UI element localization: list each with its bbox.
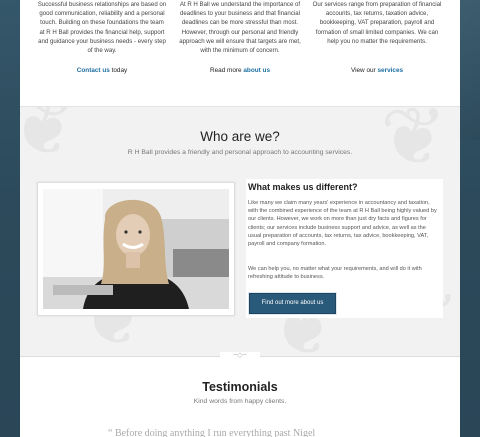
- testimonials-section: Testimonials Kind words from happy clien…: [20, 358, 460, 437]
- testimonial-quote: “ Before doing anything I run everything…: [108, 428, 316, 437]
- intro-column-services: Our services range from preparation of f…: [312, 0, 442, 74]
- about-cta: Read more about us: [175, 67, 305, 74]
- box-title: What makes us different?: [248, 182, 358, 192]
- find-out-more-button[interactable]: Find out more about us: [249, 293, 336, 314]
- contact-cta: Contact us today: [37, 67, 167, 74]
- section-subheading: R H Ball provides a friendly and persona…: [127, 149, 353, 156]
- cta-prefix: Read more: [209, 67, 244, 74]
- main-content: Successful business relationships are ba…: [20, 0, 460, 437]
- section-subheading: Kind words from happy clients.: [193, 398, 287, 405]
- who-are-we-section: ❦ ❧ ❦ ❧ ❦ ❦ Who are we? R H Ball provide…: [20, 107, 460, 357]
- cta-prefix: View our: [350, 67, 378, 74]
- column-text: Our services range from preparation of f…: [312, 1, 442, 45]
- box-paragraph: We can help you, no matter what your req…: [248, 266, 422, 281]
- contact-us-link[interactable]: Contact us: [77, 67, 110, 74]
- intro-columns: Successful business relationships are ba…: [20, 0, 460, 106]
- intro-column-relationships: Successful business relationships are ba…: [37, 0, 167, 74]
- column-text: At R H Ball we understand the importance…: [179, 1, 301, 55]
- about-us-link[interactable]: about us: [243, 67, 270, 74]
- section-heading: Who are we?: [200, 129, 280, 144]
- team-photo-frame: [37, 182, 235, 316]
- intro-column-deadlines: At R H Ball we understand the importance…: [175, 0, 305, 74]
- services-link[interactable]: services: [377, 67, 403, 74]
- cta-rest: today: [109, 67, 128, 74]
- section-heading: Testimonials: [202, 380, 278, 394]
- what-makes-us-different-box: What makes us different? Like many we cl…: [246, 179, 443, 318]
- box-paragraph: Like many we claim many years' experienc…: [248, 200, 437, 248]
- team-photo: [43, 189, 229, 309]
- woman-photo-illustration: [43, 189, 229, 309]
- services-cta: View our services: [312, 67, 442, 74]
- column-text: Successful business relationships are ba…: [37, 1, 167, 55]
